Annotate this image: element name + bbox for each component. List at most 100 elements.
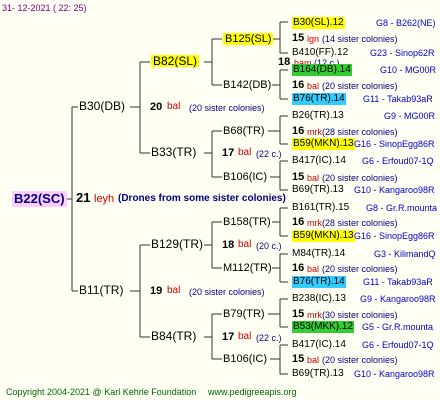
- gen4-source: G23 - Sinop62R: [370, 48, 435, 58]
- gen3-note: (20 sister colonies): [322, 81, 398, 91]
- website-link[interactable]: www.pedigreeapis.org: [208, 386, 297, 398]
- gen3-mating: mrk: [307, 218, 322, 228]
- branch-line: [130, 244, 150, 338]
- gen3-queen[interactable]: B68(TR): [223, 125, 265, 137]
- gen3-number: 16: [292, 79, 305, 91]
- gen2-queen[interactable]: B84(TR): [151, 330, 196, 342]
- gen2-queen[interactable]: B82(SL): [151, 55, 200, 67]
- root-note: (Drones from some sister colonies): [118, 193, 286, 204]
- gen4-queen[interactable]: B53(MKK).12: [292, 321, 355, 333]
- gen4-queen[interactable]: B417(IC).14: [292, 339, 346, 351]
- gen4-source: G11 - Takab93aR: [363, 94, 433, 104]
- gen4-source: G9 - Kangaroo98R: [360, 294, 436, 304]
- gen3-mating: mrk: [307, 127, 322, 137]
- gen3-number: 16: [292, 216, 305, 228]
- gen2-mating: bal: [238, 147, 252, 158]
- gen4-source: G11 - Takab93aR: [363, 277, 433, 287]
- gen3-mating: mrk: [307, 310, 322, 320]
- gen4-source: G10 - Kangaroo98R: [354, 185, 435, 195]
- copyright-text: Copyright 2004-2021 @ Karl Kehrle Founda…: [6, 387, 197, 397]
- branch-line: [204, 221, 222, 269]
- branch-line: [270, 160, 288, 191]
- gen2-number: 17: [222, 147, 235, 159]
- gen3-note: (20 sister colonies): [322, 264, 398, 274]
- gen4-queen[interactable]: B238(IC).13: [292, 293, 346, 305]
- gen4-queen[interactable]: B76(TR).14: [292, 276, 346, 288]
- gen3-note: (30 sister colonies): [322, 310, 398, 320]
- gen4-queen[interactable]: B59(MKN).13: [292, 138, 355, 150]
- gen3-note: (14 sister colonies): [322, 34, 398, 44]
- gen1-queen[interactable]: B11(TR): [79, 284, 123, 296]
- gen4-queen[interactable]: B161(TR).15: [292, 202, 349, 214]
- gen3-note: (20 sister colonies): [322, 173, 398, 183]
- gen3-mating: bal: [307, 173, 320, 183]
- gen3-number: 15: [292, 171, 305, 183]
- gen4-queen[interactable]: B410(FF).12: [292, 47, 348, 59]
- gen1-number: 19: [150, 285, 163, 297]
- gen3-number: 16: [292, 125, 305, 137]
- branch-line: [272, 207, 288, 237]
- gen3-note: (28 sister colonies): [322, 218, 398, 228]
- gen4-source: G8 - B262(NE): [376, 18, 436, 28]
- gen3-mating: bal: [307, 355, 320, 365]
- branch-line: [204, 38, 222, 86]
- gen1-mating: bal: [167, 101, 181, 112]
- gen4-queen[interactable]: B26(TR).13: [292, 110, 344, 122]
- gen3-number: 18: [278, 56, 291, 68]
- gen3-mating: bal: [307, 81, 320, 91]
- gen3-queen[interactable]: M112(TR): [223, 262, 272, 274]
- timestamp: 31- 12-2021 ( 22: 25): [2, 3, 87, 13]
- gen2-queen[interactable]: B33(TR): [151, 146, 196, 158]
- gen4-queen[interactable]: B30(SL).12: [292, 17, 345, 29]
- gen4-source: G3 - KilimandQ: [374, 249, 436, 259]
- gen3-number: 15: [292, 353, 305, 365]
- gen4-queen[interactable]: B164(DB).14: [292, 64, 352, 76]
- root-queen[interactable]: B22(SC): [12, 191, 67, 207]
- gen3-number: 15: [292, 32, 305, 44]
- gen3-note: (28 sister colonies): [322, 127, 398, 137]
- gen3-queen[interactable]: B79(TR): [223, 308, 265, 320]
- gen4-queen[interactable]: B69(TR).13: [292, 368, 344, 380]
- gen3-queen[interactable]: B106(IC): [223, 353, 267, 365]
- gen3-queen[interactable]: B158(TR): [223, 216, 271, 228]
- gen1-queen[interactable]: B30(DB): [79, 100, 125, 112]
- gen3-number: 16: [292, 262, 305, 274]
- gen4-queen[interactable]: B59(MKN).13: [292, 230, 355, 242]
- root-mating: leyh: [94, 193, 115, 205]
- gen2-queen[interactable]: B129(TR): [151, 238, 203, 250]
- gen1-note: (20 sister colonies): [189, 287, 265, 297]
- branch-line: [270, 344, 288, 375]
- gen2-note: (22 c.): [256, 149, 282, 159]
- gen4-queen[interactable]: B76(TR).14: [292, 93, 346, 105]
- gen4-queen[interactable]: B417(IC).14: [292, 155, 346, 167]
- gen4-source: G6 - Erfoud07-1Q: [362, 340, 434, 350]
- gen4-queen[interactable]: M84(TR).14: [292, 248, 345, 260]
- gen4-source: G5 - Gr.R.mounta: [362, 322, 434, 332]
- root-number: 21: [76, 190, 91, 205]
- gen4-source: G9 - MG00R: [384, 111, 436, 121]
- branch-line: [272, 69, 288, 100]
- pedigree-chart: 31- 12-2021 ( 22: 25) B22(SC) 21 leyh (D…: [0, 0, 440, 400]
- gen3-number: 15: [292, 308, 305, 320]
- gen2-mating: bal: [238, 331, 252, 342]
- branch-line: [268, 298, 288, 328]
- gen2-note: (20 c.): [256, 241, 282, 251]
- branch-line: [272, 253, 288, 283]
- gen4-source: G10 - Kangaroo98R: [354, 369, 435, 379]
- branch-line: [268, 115, 288, 145]
- gen2-mating: bal: [238, 239, 252, 250]
- gen1-number: 20: [150, 101, 163, 113]
- gen3-queen[interactable]: B125(SL): [223, 33, 274, 45]
- branch-line: [130, 61, 150, 154]
- gen4-source: G6 - Erfoud07-1Q: [362, 156, 434, 166]
- gen3-queen[interactable]: B106(IC): [223, 171, 267, 183]
- branch-line: [204, 130, 222, 178]
- gen1-mating: bal: [167, 285, 181, 296]
- gen2-number: 18: [222, 239, 235, 251]
- gen3-note: (20 sister colonies): [322, 355, 398, 365]
- gen4-source: G16 - SinopEgg86R: [354, 231, 435, 241]
- gen3-queen[interactable]: B142(DB): [223, 79, 271, 91]
- gen2-number: 17: [222, 331, 235, 343]
- branch-line: [204, 313, 222, 360]
- gen4-queen[interactable]: B69(TR).13: [292, 184, 344, 196]
